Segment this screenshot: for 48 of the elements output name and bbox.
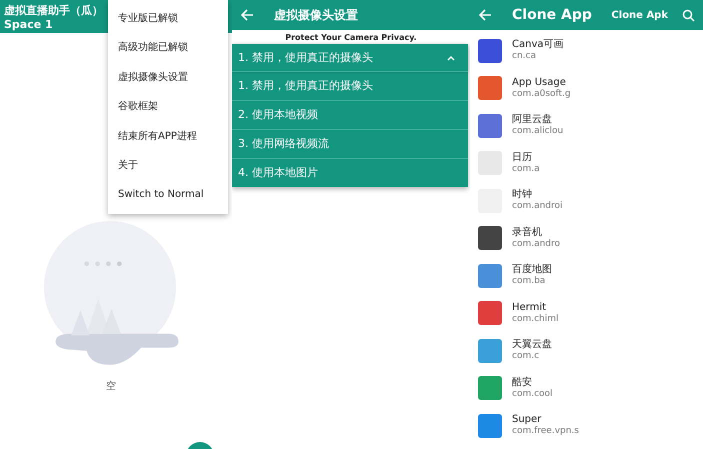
package-name: com.androi bbox=[512, 201, 563, 212]
app-title: 虚拟直播助手（瓜） bbox=[4, 2, 103, 18]
package-name: com.aliclou bbox=[512, 126, 564, 138]
menu-item[interactable]: Switch to Normal bbox=[108, 180, 228, 210]
back-arrow-icon[interactable] bbox=[240, 8, 254, 22]
package-name: cn.ca bbox=[512, 51, 537, 62]
app-icon[interactable] bbox=[478, 301, 502, 326]
app-name: 酷安 bbox=[512, 376, 533, 389]
app-icon[interactable] bbox=[478, 38, 502, 63]
app-icon[interactable] bbox=[478, 226, 502, 250]
privacy-note: Protect Your Camera Privacy. bbox=[284, 32, 418, 44]
menu-item[interactable]: 关于 bbox=[108, 150, 228, 180]
app-name: 阿里云盘 bbox=[512, 114, 553, 126]
app-name: Canva可画 bbox=[512, 39, 564, 52]
package-name: com.c bbox=[512, 351, 540, 362]
app-name: Hermit bbox=[512, 302, 548, 314]
camera-mode-dropdown[interactable]: 1. 禁用，使用真正的摄像头 bbox=[232, 44, 468, 71]
menu-item[interactable]: 高级功能已解锁 bbox=[108, 33, 228, 63]
package-name: com.free.vpn.s bbox=[512, 426, 579, 438]
dropdown-option[interactable]: 1. 禁用，使用真正的摄像头 bbox=[232, 71, 468, 100]
clone-apk-button[interactable]: Clone Apk bbox=[611, 10, 668, 20]
package-name: com.chiml bbox=[512, 314, 559, 325]
screen-title: Clone App bbox=[512, 7, 592, 23]
dropdown-option[interactable]: 4. 使用本地图片 bbox=[232, 158, 468, 187]
package-name: com.ba bbox=[512, 276, 546, 288]
app-name: 时钟 bbox=[512, 189, 533, 201]
app-name: 天翼云盘 bbox=[512, 339, 552, 352]
package-name: com.a bbox=[512, 164, 540, 175]
screen-title: 虚拟摄像头设置 bbox=[274, 6, 358, 24]
app-name: 日历 bbox=[512, 152, 533, 164]
dropdown-option[interactable]: 3. 使用网络视频流 bbox=[232, 129, 468, 158]
package-name: com.cool bbox=[512, 388, 553, 400]
menu-item[interactable]: 虚拟摄像头设置 bbox=[108, 62, 228, 92]
app-name: Super bbox=[512, 414, 542, 426]
menu-item[interactable]: 结束所有APP进程 bbox=[108, 122, 228, 151]
menu-item[interactable]: 专业版已解锁 bbox=[108, 4, 228, 34]
package-name: com.a0soft.g bbox=[512, 88, 571, 100]
menu-item[interactable]: 谷歌框架 bbox=[108, 92, 228, 122]
empty-text: 空 bbox=[106, 380, 116, 393]
app-name: 录音机 bbox=[512, 226, 543, 239]
app-name: 百度地图 bbox=[512, 264, 552, 276]
space-label: Space 1 bbox=[4, 18, 53, 30]
back-arrow-icon[interactable] bbox=[478, 8, 492, 22]
search-icon[interactable] bbox=[682, 8, 695, 22]
app-icon[interactable] bbox=[478, 114, 502, 138]
dropdown-option[interactable]: 2. 使用本地视频 bbox=[232, 100, 468, 129]
package-name: com.andro bbox=[512, 238, 560, 250]
app-name: App Usage bbox=[512, 76, 567, 89]
